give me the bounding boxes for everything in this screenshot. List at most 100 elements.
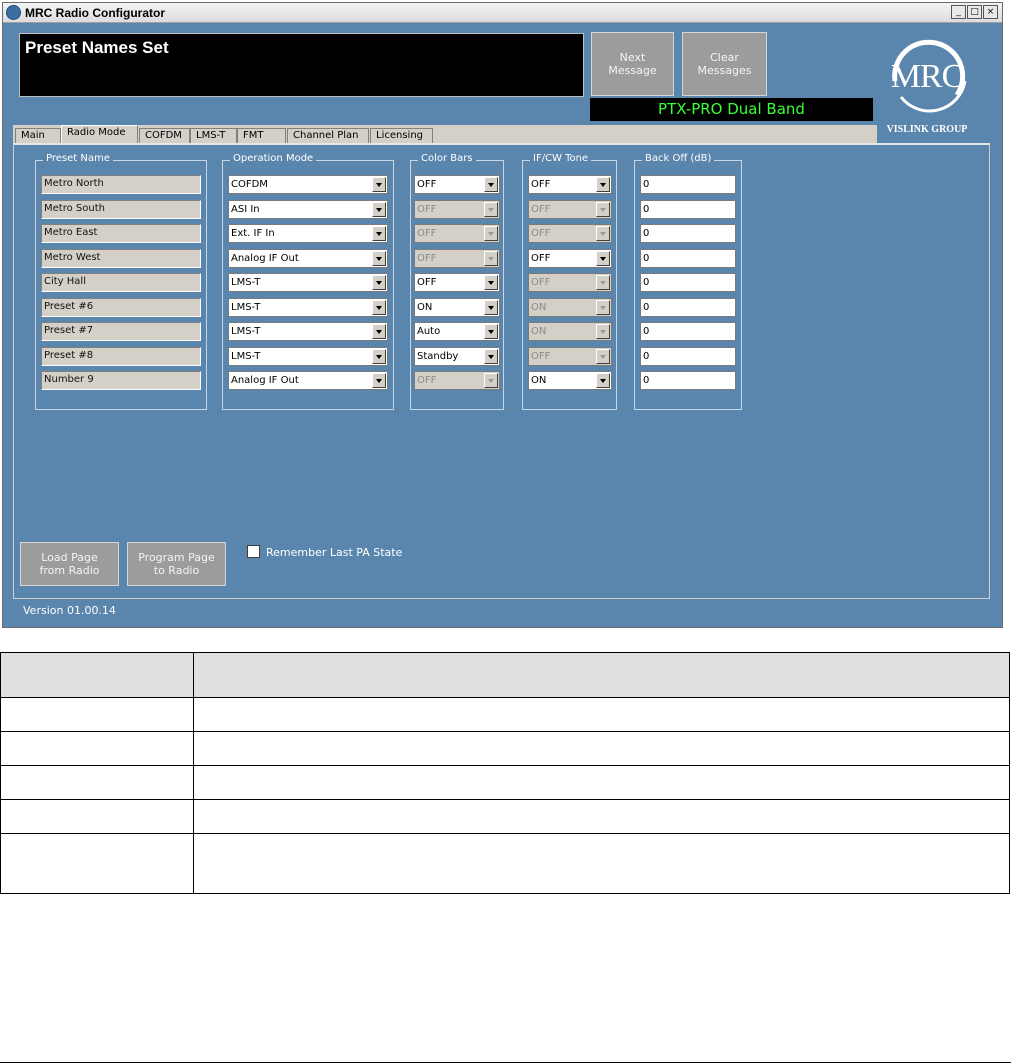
preset-name-field[interactable]: Metro East	[41, 224, 201, 243]
back-off-input[interactable]: 0	[640, 200, 736, 219]
operation-mode-select-value: LMS-T	[231, 277, 261, 288]
operation-mode-select[interactable]: COFDM	[228, 175, 388, 194]
dropdown-arrow-icon[interactable]	[596, 177, 610, 192]
operation-mode-select[interactable]: LMS-T	[228, 273, 388, 292]
minimize-button[interactable]: _	[951, 5, 966, 19]
dropdown-arrow-icon	[596, 300, 610, 315]
radio-mode-panel: Preset Name Operation Mode Color Bars IF…	[13, 143, 990, 599]
back-off-input[interactable]: 0	[640, 322, 736, 341]
table-row	[0, 731, 1010, 766]
dropdown-arrow-icon	[484, 373, 498, 388]
color-bars-select[interactable]: OFF	[414, 175, 500, 194]
clear-messages-button[interactable]: Clear Messages	[682, 32, 767, 96]
dropdown-arrow-icon[interactable]	[372, 202, 386, 217]
dropdown-arrow-icon[interactable]	[484, 177, 498, 192]
color-bars-select[interactable]: Standby	[414, 347, 500, 366]
color-bars-select-value: OFF	[417, 204, 437, 215]
color-bars-select-value: Auto	[417, 326, 441, 337]
operation-mode-select[interactable]: Analog IF Out	[228, 371, 388, 390]
tab-channel-plan[interactable]: Channel Plan	[287, 128, 369, 144]
dropdown-arrow-icon[interactable]	[372, 251, 386, 266]
if-cw-tone-select[interactable]: OFF	[528, 175, 612, 194]
dropdown-arrow-icon[interactable]	[484, 275, 498, 290]
dropdown-arrow-icon	[484, 202, 498, 217]
back-off-input[interactable]: 0	[640, 298, 736, 317]
color-bars-select: OFF	[414, 200, 500, 219]
remember-pa-checkbox[interactable]	[247, 545, 260, 558]
maximize-button[interactable]: □	[967, 5, 982, 19]
back-off-input-value: 0	[643, 302, 650, 313]
operation-mode-select[interactable]: ASI In	[228, 200, 388, 219]
dropdown-arrow-icon[interactable]	[596, 251, 610, 266]
preset-name-field[interactable]: City Hall	[41, 273, 201, 292]
operation-mode-select[interactable]: Analog IF Out	[228, 249, 388, 268]
tab-main[interactable]: Main	[15, 128, 61, 144]
operation-mode-select-value: ASI In	[231, 204, 260, 215]
dropdown-arrow-icon[interactable]	[484, 300, 498, 315]
title-bar[interactable]: MRC Radio Configurator _ □ ×	[3, 3, 1002, 23]
color-bars-select[interactable]: ON	[414, 298, 500, 317]
dropdown-arrow-icon[interactable]	[484, 349, 498, 364]
back-off-input[interactable]: 0	[640, 175, 736, 194]
color-bars-select-value: Standby	[417, 351, 459, 362]
back-off-input[interactable]: 0	[640, 371, 736, 390]
color-bars-group-label: Color Bars	[418, 153, 476, 164]
if-cw-tone-select-value: OFF	[531, 253, 551, 264]
dropdown-arrow-icon[interactable]	[372, 373, 386, 388]
if-cw-tone-select-value: OFF	[531, 228, 551, 239]
preset-name-field[interactable]: Preset #7	[41, 322, 201, 341]
tab-cofdm[interactable]: COFDM	[139, 128, 190, 144]
load-page-from-radio-button[interactable]: Load Page from Radio	[20, 542, 119, 586]
color-bars-select-value: OFF	[417, 228, 437, 239]
next-message-button[interactable]: Next Message	[591, 32, 674, 96]
dropdown-arrow-icon[interactable]	[484, 324, 498, 339]
color-bars-select[interactable]: Auto	[414, 322, 500, 341]
if-cw-tone-select-value: OFF	[531, 351, 551, 362]
preset-name-group-label: Preset Name	[43, 153, 113, 164]
dropdown-arrow-icon[interactable]	[372, 275, 386, 290]
operation-mode-select[interactable]: LMS-T	[228, 347, 388, 366]
operation-mode-select-value: COFDM	[231, 179, 268, 190]
operation-mode-select-value: Analog IF Out	[231, 253, 299, 264]
tab-radio-mode[interactable]: Radio Mode	[61, 125, 138, 144]
close-button[interactable]: ×	[983, 5, 998, 19]
operation-mode-select[interactable]: Ext. IF In	[228, 224, 388, 243]
operation-mode-select[interactable]: LMS-T	[228, 298, 388, 317]
dropdown-arrow-icon[interactable]	[372, 349, 386, 364]
back-off-input[interactable]: 0	[640, 273, 736, 292]
preset-name-field[interactable]: Metro South	[41, 200, 201, 219]
preset-name-field[interactable]: Number 9	[41, 371, 201, 390]
color-bars-select[interactable]: OFF	[414, 273, 500, 292]
color-bars-select-value: ON	[417, 302, 433, 313]
operation-mode-select-value: LMS-T	[231, 302, 261, 313]
operation-mode-select-value: LMS-T	[231, 351, 261, 362]
tab-licensing[interactable]: Licensing	[370, 128, 433, 144]
back-off-input[interactable]: 0	[640, 249, 736, 268]
if-cw-tone-select[interactable]: OFF	[528, 249, 612, 268]
dropdown-arrow-icon[interactable]	[372, 226, 386, 241]
color-bars-select: OFF	[414, 224, 500, 243]
if-cw-tone-select-value: OFF	[531, 277, 551, 288]
dropdown-arrow-icon[interactable]	[372, 177, 386, 192]
dropdown-arrow-icon[interactable]	[372, 300, 386, 315]
preset-name-field[interactable]: Metro North	[41, 175, 201, 194]
preset-name-field-value: Metro South	[44, 203, 105, 214]
back-off-input-value: 0	[643, 253, 650, 264]
operation-mode-select[interactable]: LMS-T	[228, 322, 388, 341]
operation-mode-select-value: Ext. IF In	[231, 228, 275, 239]
dropdown-arrow-icon	[596, 226, 610, 241]
preset-name-field[interactable]: Preset #6	[41, 298, 201, 317]
dropdown-arrow-icon[interactable]	[596, 373, 610, 388]
dropdown-arrow-icon[interactable]	[372, 324, 386, 339]
if-cw-tone-select-value: ON	[531, 375, 547, 386]
color-bars-select: OFF	[414, 371, 500, 390]
tab-lms-t[interactable]: LMS-T	[190, 128, 237, 144]
back-off-input[interactable]: 0	[640, 224, 736, 243]
program-page-to-radio-button[interactable]: Program Page to Radio	[127, 542, 226, 586]
if-cw-tone-select[interactable]: ON	[528, 371, 612, 390]
tab-fmt[interactable]: FMT	[237, 128, 286, 144]
preset-name-field[interactable]: Metro West	[41, 249, 201, 268]
preset-name-field[interactable]: Preset #8	[41, 347, 201, 366]
back-off-input[interactable]: 0	[640, 347, 736, 366]
preset-name-field-value: Metro West	[44, 252, 101, 263]
